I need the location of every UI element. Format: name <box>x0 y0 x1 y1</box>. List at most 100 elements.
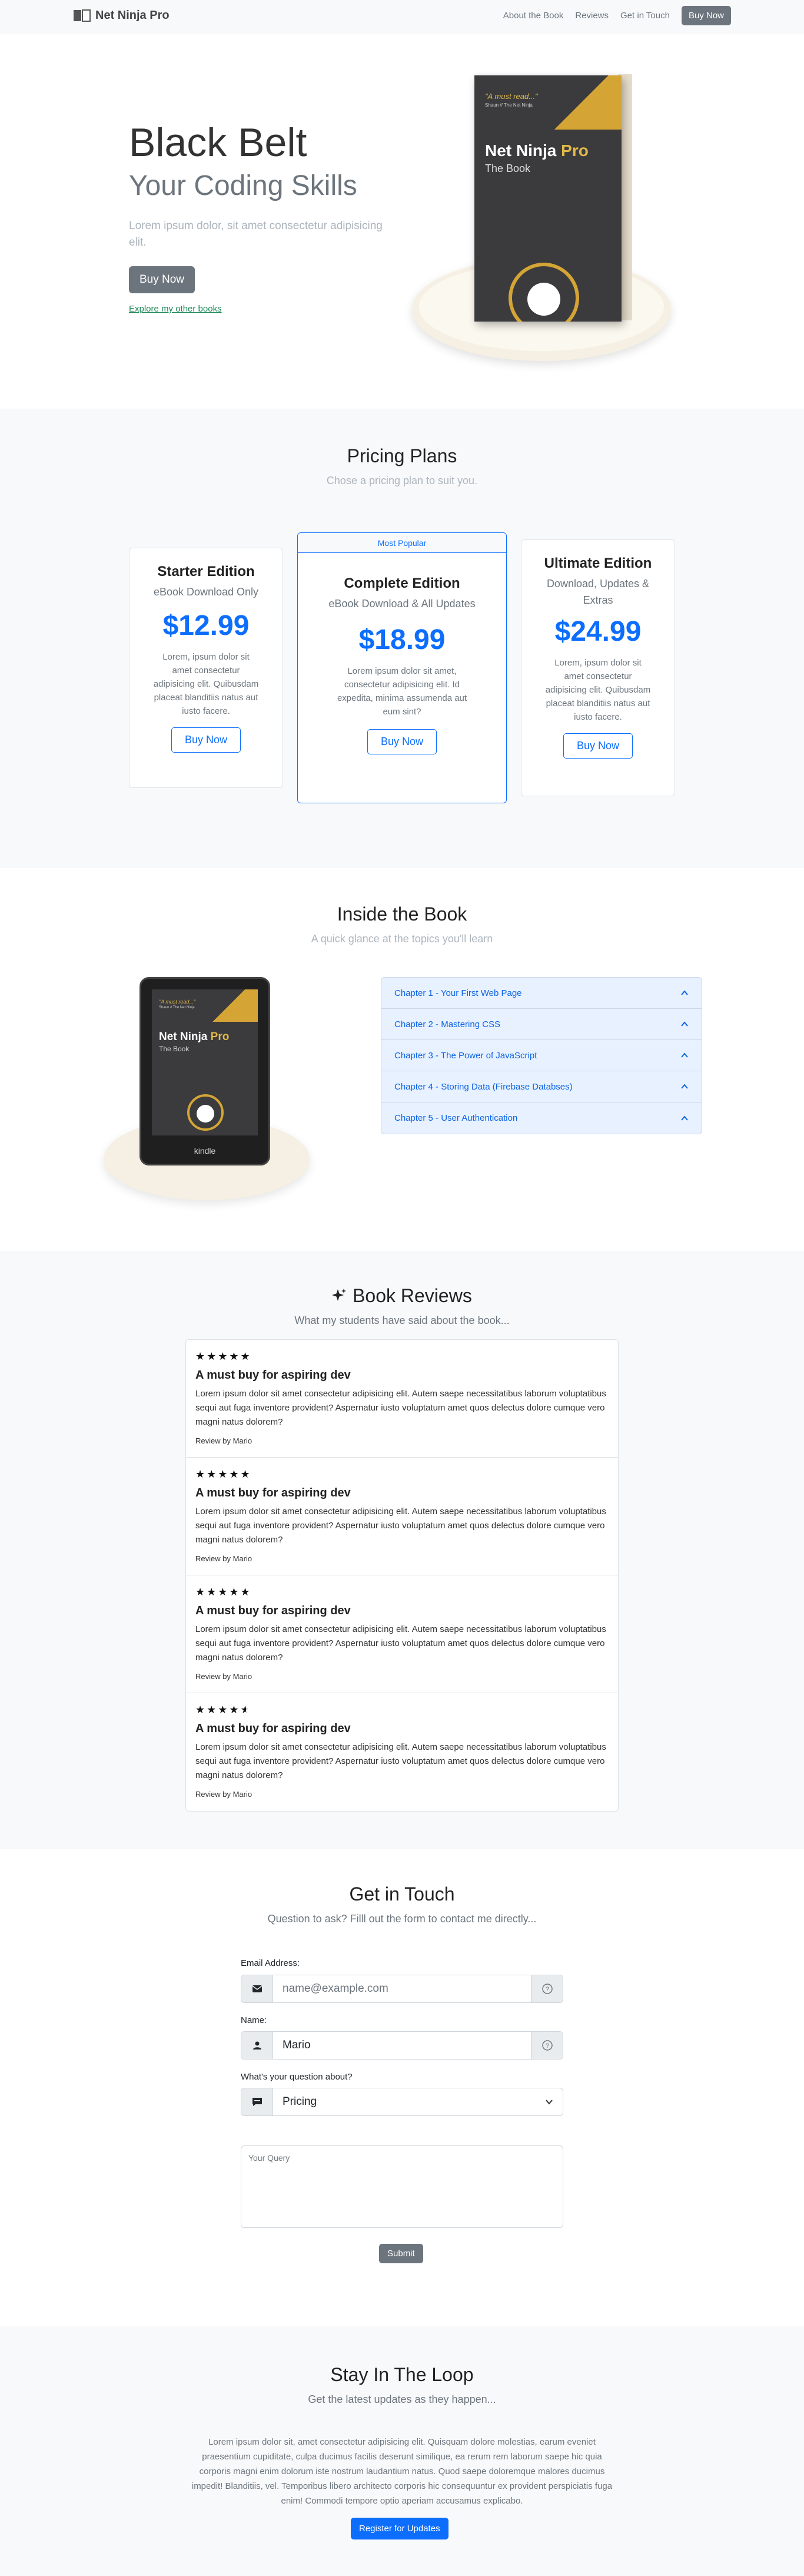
hero-buy-button[interactable]: Buy Now <box>129 266 195 293</box>
kindle-label: kindle <box>194 1146 216 1155</box>
plan-name: Complete Edition <box>344 575 460 591</box>
help-icon[interactable]: ? <box>531 1975 563 2002</box>
pricing-card-ultimate: Ultimate Edition Download, Updates & Ext… <box>521 539 675 796</box>
nav-link-about[interactable]: About the Book <box>503 11 564 21</box>
pricing-subtitle: Chose a pricing plan to suit you. <box>326 475 478 486</box>
reviews-list: ★★★★★ A must buy for aspiring dev Lorem … <box>185 1339 619 1812</box>
review-body: Lorem ipsum dolor sit amet consectetur a… <box>195 1389 606 1427</box>
svg-text:?: ? <box>545 1986 549 1993</box>
plan-desc: Lorem, ipsum dolor sit amet consectetur … <box>545 658 651 722</box>
newsletter-title: Stay In The Loop <box>330 2364 474 2385</box>
email-label: Email Address: <box>241 1958 300 1968</box>
chapter-label: Chapter 5 - User Authentication <box>394 1113 518 1123</box>
review-body: Lorem ipsum dolor sit amet consectetur a… <box>195 1624 606 1663</box>
submit-button[interactable]: Submit <box>379 2244 423 2263</box>
book-icon <box>74 9 91 22</box>
nav-link-contact[interactable]: Get in Touch <box>620 11 670 21</box>
plan-sub: Download, Updates & Extras <box>546 578 650 606</box>
inside-section: Inside the Book A quick glance at the to… <box>0 868 804 1251</box>
chevron-down-icon <box>546 2100 553 2105</box>
kindle-device-image: "A must read..." Shaun // The Net Ninja … <box>139 977 270 1166</box>
hero-section: Black Belt Your Coding Skills Lorem ipsu… <box>0 34 804 409</box>
explore-books-link[interactable]: Explore my other books <box>129 304 222 314</box>
person-icon <box>241 2032 273 2059</box>
book-quote-author: Shaun // The Net Ninja <box>485 102 533 108</box>
contact-subtitle: Question to ask? Filll out the form to c… <box>267 1913 537 1925</box>
inside-subtitle: A quick glance at the topics you'll lear… <box>311 933 493 945</box>
review-body: Lorem ipsum dolor sit amet consectetur a… <box>195 1506 606 1545</box>
pricing-section: Pricing Plans Chose a pricing plan to su… <box>0 409 804 868</box>
review-author: Review by Mario <box>195 1436 253 1445</box>
name-input-group: ? <box>241 2031 563 2060</box>
chevron-up-icon <box>681 1052 688 1058</box>
reviews-subtitle: What my students have said about the boo… <box>294 1315 510 1326</box>
newsletter-body: Lorem ipsum dolor sit, amet consectetur … <box>191 2437 613 2506</box>
pricing-title: Pricing Plans <box>347 445 457 466</box>
chapter-label: Chapter 3 - The Power of JavaScript <box>394 1050 537 1061</box>
star-rating: ★★★★★ <box>195 1350 252 1362</box>
review-item: ★★★★★ A must buy for aspiring dev Lorem … <box>186 1575 618 1693</box>
name-input[interactable] <box>273 2032 531 2059</box>
plan-buy-button[interactable]: Buy Now <box>367 729 437 754</box>
plan-price: $12.99 <box>162 610 250 641</box>
name-label: Name: <box>241 2015 267 2025</box>
plan-buy-button[interactable]: Buy Now <box>563 733 633 759</box>
nav-link-reviews[interactable]: Reviews <box>575 11 609 21</box>
chat-icon <box>241 2088 273 2115</box>
plan-desc: Lorem, ipsum dolor sit amet consectetur … <box>153 652 259 716</box>
plan-buy-button[interactable]: Buy Now <box>171 727 241 753</box>
star-rating: ★★★★★★ <box>195 1704 250 1716</box>
plan-price: $18.99 <box>358 624 446 655</box>
reviews-title: Book Reviews <box>0 1285 804 1307</box>
accordion-item-chapter-2[interactable]: Chapter 2 - Mastering CSS <box>381 1009 702 1040</box>
chevron-up-icon <box>681 1115 688 1121</box>
nav-buy-button[interactable]: Buy Now <box>681 6 731 25</box>
envelope-icon <box>241 1975 273 2002</box>
question-select-group: Pricing <box>241 2088 563 2116</box>
star-rating: ★★★★★ <box>195 1468 252 1480</box>
help-icon[interactable]: ? <box>531 2032 563 2059</box>
review-heading: A must buy for aspiring dev <box>195 1722 351 1735</box>
plan-price: $24.99 <box>554 616 642 647</box>
review-author: Review by Mario <box>195 1790 253 1799</box>
navbar: Net Ninja Pro About the Book Reviews Get… <box>0 0 804 34</box>
contact-title: Get in Touch <box>349 1883 455 1905</box>
book-quote: "A must read..." <box>485 92 538 101</box>
svg-text:?: ? <box>545 2042 549 2049</box>
question-label: What's your question about? <box>241 2072 353 2082</box>
chapter-label: Chapter 1 - Your First Web Page <box>394 988 522 998</box>
brand-name: Net Ninja Pro <box>95 8 170 22</box>
hero-title: Black Belt <box>129 120 307 165</box>
review-item: ★★★★★ A must buy for aspiring dev Lorem … <box>186 1340 618 1458</box>
plan-sub: eBook Download & All Updates <box>328 598 476 610</box>
chapters-accordion: Chapter 1 - Your First Web Page Chapter … <box>381 977 702 1134</box>
chevron-up-icon <box>681 1021 688 1027</box>
review-heading: A must buy for aspiring dev <box>195 1486 351 1499</box>
accordion-item-chapter-3[interactable]: Chapter 3 - The Power of JavaScript <box>381 1040 702 1071</box>
accordion-item-chapter-1[interactable]: Chapter 1 - Your First Web Page <box>381 978 702 1009</box>
book-title: Net Ninja Pro <box>485 141 589 160</box>
email-input[interactable] <box>273 1975 531 2002</box>
query-textarea[interactable]: Your Query <box>241 2145 563 2228</box>
review-author: Review by Mario <box>195 1554 253 1563</box>
email-input-group: ? <box>241 1975 563 2003</box>
brand-link[interactable]: Net Ninja Pro <box>73 8 170 22</box>
inside-title: Inside the Book <box>337 903 467 925</box>
review-item: ★★★★★ A must buy for aspiring dev Lorem … <box>186 1458 618 1575</box>
accordion-item-chapter-4[interactable]: Chapter 4 - Storing Data (Firebase Datab… <box>381 1071 702 1102</box>
hero-lead: Lorem ipsum dolor, sit amet consectetur … <box>129 220 383 249</box>
contact-section: Get in Touch Question to ask? Filll out … <box>0 1849 804 2326</box>
plan-sub: eBook Download Only <box>153 586 259 598</box>
review-body: Lorem ipsum dolor sit amet consectetur a… <box>195 1742 606 1780</box>
newsletter-subtitle: Get the latest updates as they happen... <box>308 2393 496 2405</box>
question-select[interactable]: Pricing <box>273 2088 563 2115</box>
most-popular-badge: Most Popular <box>298 533 506 553</box>
book-cover-image: "A must read..." Shaun // The Net Ninja … <box>474 75 622 322</box>
accordion-item-chapter-5[interactable]: Chapter 5 - User Authentication <box>381 1102 702 1134</box>
star-rating: ★★★★★ <box>195 1586 252 1598</box>
plan-name: Starter Edition <box>157 564 255 580</box>
book-subtitle: The Book <box>485 163 531 174</box>
reviews-section: Book Reviews What my students have said … <box>0 1251 804 1849</box>
register-button[interactable]: Register for Updates <box>351 2518 448 2539</box>
review-item: ★★★★★★ A must buy for aspiring dev Lorem… <box>186 1693 618 1811</box>
